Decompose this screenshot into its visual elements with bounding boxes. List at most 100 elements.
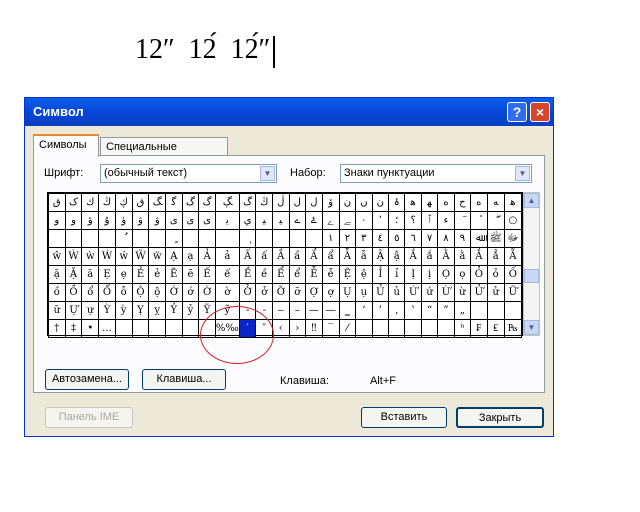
symbol-cell[interactable]: Ẻ (131, 265, 150, 284)
symbol-cell[interactable]: ọ (453, 265, 472, 284)
symbol-cell[interactable]: ٖ (238, 229, 257, 248)
symbol-cell[interactable]: — (304, 301, 323, 320)
symbol-cell[interactable]: ầ (288, 247, 306, 266)
symbol-cell[interactable]: Ự (64, 301, 83, 320)
symbol-cell[interactable]: ẹ (114, 265, 133, 284)
symbol-cell[interactable] (81, 229, 100, 248)
symbol-cell[interactable]: ă (81, 265, 100, 284)
symbol-cell[interactable]: ٓ (453, 211, 472, 230)
symbol-cell[interactable]: Ợ (304, 283, 323, 302)
symbol-cell[interactable]: ٌ (114, 229, 133, 248)
symbol-cell[interactable] (371, 319, 390, 338)
symbol-cell[interactable]: Ỏ (470, 265, 488, 284)
chevron-down-icon[interactable]: ▼ (260, 166, 275, 181)
symbol-cell[interactable]: ے (288, 211, 306, 230)
symbol-cell[interactable]: ﯞ (148, 211, 167, 230)
symbol-cell[interactable] (304, 229, 323, 248)
symbol-cell[interactable]: Ử (470, 283, 488, 302)
symbol-cell[interactable]: ứ (420, 283, 439, 302)
symbol-cell[interactable]: ữ (48, 301, 66, 320)
symbol-cell[interactable] (181, 319, 200, 338)
symbol-cell[interactable]: ế (214, 265, 240, 284)
symbol-cell[interactable]: ﮯ (338, 211, 357, 230)
symbol-cell[interactable]: ụ (355, 283, 373, 302)
symbol-cell[interactable]: Ẳ (470, 247, 488, 266)
symbol-cell[interactable]: ﻬ (420, 193, 439, 212)
symbol-cell[interactable]: ằ (453, 247, 472, 266)
symbol-cell[interactable]: ۋ (131, 211, 150, 230)
symbol-cell[interactable]: Ọ (437, 265, 455, 284)
symbol-cell[interactable]: Ồ (64, 283, 83, 302)
symbol-cell[interactable]: ả (214, 247, 240, 266)
symbol-cell[interactable]: ۖ (486, 211, 505, 230)
symbol-cell[interactable]: ﻯ (165, 211, 183, 230)
symbol-cell[interactable]: ۂ (388, 193, 406, 212)
symbol-grid-scrollbar[interactable]: ▲ ▼ (523, 192, 540, 336)
symbol-cell[interactable]: ‗ (338, 301, 357, 320)
symbol-cell[interactable]: Ủ (371, 283, 390, 302)
symbol-cell[interactable]: Ệ (338, 265, 357, 284)
symbol-cell[interactable] (355, 319, 373, 338)
symbol-cell[interactable]: Ặ (64, 265, 83, 284)
symbol-cell[interactable]: ” (437, 301, 455, 320)
symbol-cell[interactable]: ể (288, 265, 306, 284)
symbol-cell[interactable]: ắ (420, 247, 439, 266)
symbol-cell[interactable]: گ (181, 193, 200, 212)
symbol-cell[interactable]: Ẹ (98, 265, 116, 284)
symbol-cell[interactable]: ﻕ (131, 193, 150, 212)
tab-symbols[interactable]: Символы (33, 134, 99, 157)
symbol-cell[interactable]: ؛ (388, 211, 406, 230)
symbol-cell[interactable] (214, 229, 240, 248)
symbol-cell[interactable]: ﮮ (321, 211, 340, 230)
symbol-cell[interactable]: ‒ (272, 301, 290, 320)
symbol-cell[interactable]: ẩ (321, 247, 340, 266)
symbol-cell[interactable]: ạ (181, 247, 200, 266)
symbol-cell[interactable]: ₣ (470, 319, 488, 338)
symbol-cell[interactable]: Ằ (437, 247, 455, 266)
symbol-cell[interactable]: ﭐ (420, 211, 439, 230)
symbol-cell[interactable]: ﻪ (486, 193, 505, 212)
symbol-cell[interactable]: ؤ (81, 211, 100, 230)
symbol-cell[interactable]: ﺀ (437, 211, 455, 230)
ime-pad-button[interactable]: Панель IME (45, 407, 133, 428)
font-select[interactable]: (обычный текст) ▼ (100, 164, 277, 183)
symbol-cell[interactable]: Ẽ (165, 265, 183, 284)
symbol-cell[interactable] (420, 319, 439, 338)
symbol-cell[interactable]: ﯿ (255, 211, 274, 230)
symbol-cell[interactable] (131, 319, 150, 338)
symbol-cell[interactable]: ى (198, 211, 216, 230)
symbol-cell[interactable]: Ờ (198, 283, 216, 302)
symbol-cell[interactable]: ﻫ (503, 193, 523, 212)
symbol-cell[interactable]: ٩ (453, 229, 472, 248)
symbol-cell[interactable] (148, 229, 167, 248)
symbol-cell[interactable]: „ (453, 301, 472, 320)
symbol-cell[interactable]: Ổ (98, 283, 116, 302)
symbol-cell[interactable] (48, 229, 66, 248)
symbol-cell[interactable]: Ỉ (371, 265, 390, 284)
symbol-cell[interactable]: Ỷ (165, 301, 183, 320)
symbol-cell[interactable]: ٔ (470, 211, 488, 230)
symbol-cell[interactable]: Ừ (437, 283, 455, 302)
symbol-cell[interactable]: ﻫ (404, 193, 422, 212)
symbol-cell[interactable]: ỳ (114, 301, 133, 320)
symbol-cell[interactable]: ợ (321, 283, 340, 302)
symbol-cell[interactable]: ẅ (148, 247, 167, 266)
symbol-cell[interactable] (486, 301, 505, 320)
symbol-cell[interactable]: ờ (214, 283, 240, 302)
symbol-cell[interactable]: ﮗ (214, 193, 240, 212)
symbol-cell[interactable]: Ỵ (131, 301, 150, 320)
symbol-cell[interactable]: Ữ (503, 283, 523, 302)
symbol-cell[interactable]: ٢ (338, 229, 357, 248)
symbol-cell[interactable]: ڷ (272, 193, 290, 212)
symbol-cell[interactable]: ﯼ (181, 211, 200, 230)
symbol-cell[interactable]: Ỹ (198, 301, 216, 320)
symbol-cell[interactable]: • (81, 319, 100, 338)
symbol-cell[interactable]: ﯾ (214, 211, 240, 230)
tab-special-characters[interactable]: Специальные символы (100, 137, 228, 172)
autocorrect-button[interactable]: Автозамена... (45, 369, 129, 390)
symbol-cell[interactable] (198, 229, 216, 248)
symbol-cell[interactable]: ١ (321, 229, 340, 248)
symbol-cell[interactable]: ― (321, 301, 340, 320)
symbol-cell[interactable]: ڭ (98, 193, 116, 212)
symbol-cell[interactable] (64, 229, 83, 248)
